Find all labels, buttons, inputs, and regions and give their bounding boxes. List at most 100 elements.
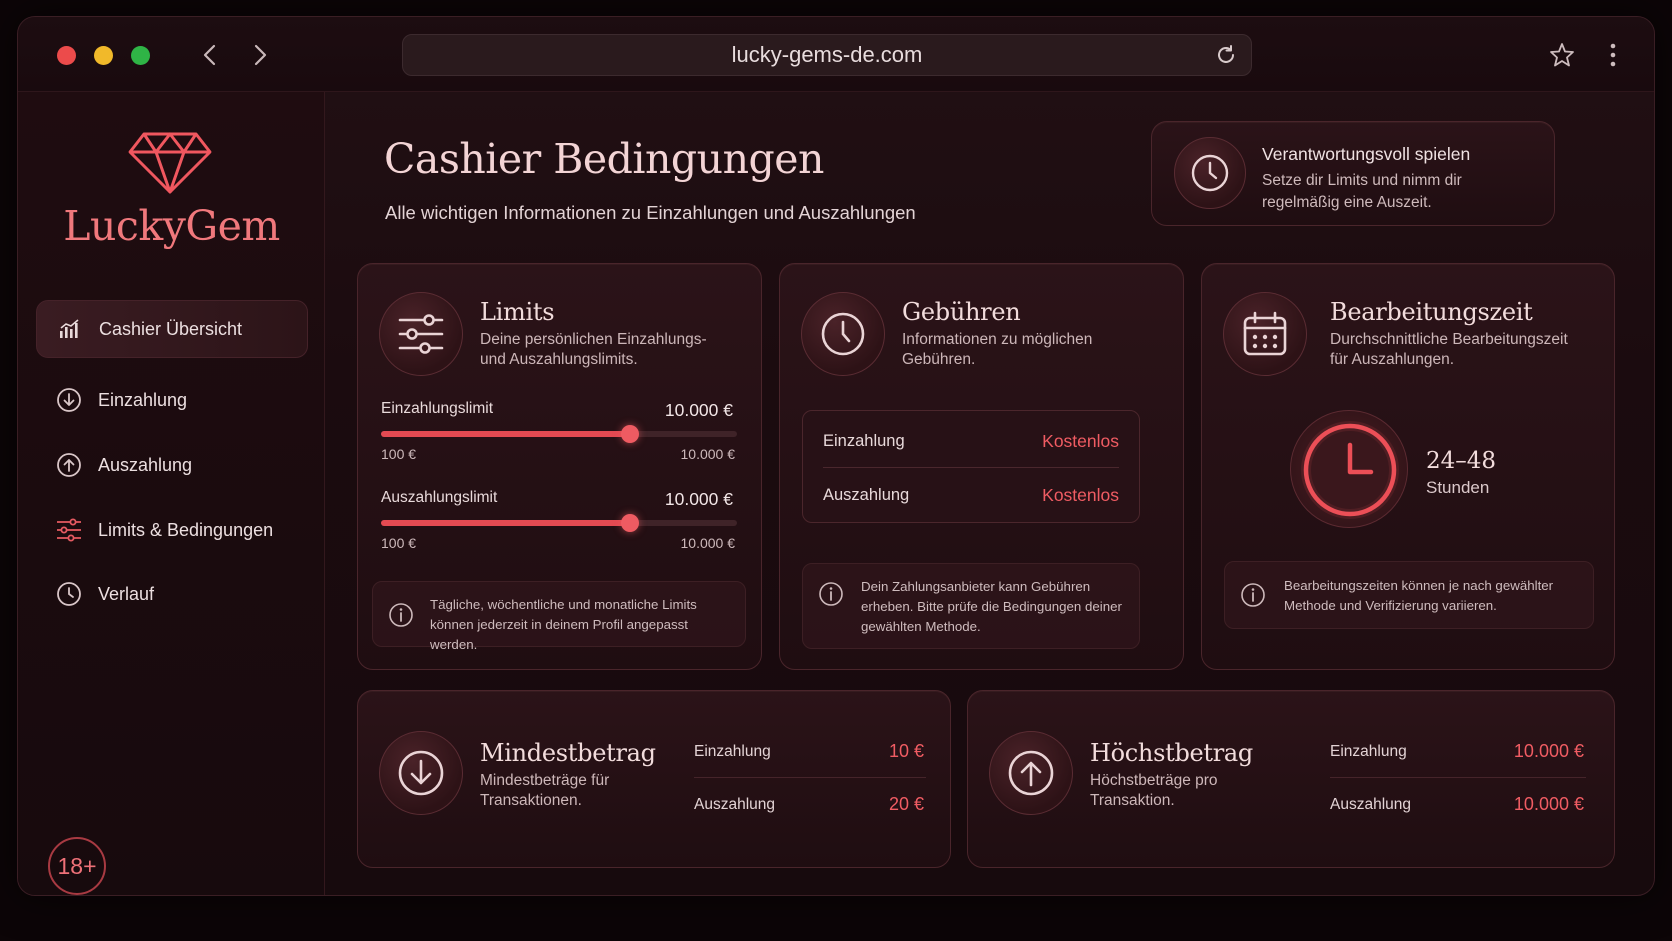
- maximum-title: Höchstbetrag: [1090, 739, 1253, 767]
- clock-icon: [821, 312, 865, 356]
- processing-desc: Durchschnittliche Bearbeitungszeit für A…: [1330, 331, 1568, 368]
- deposit-slider-handle[interactable]: [621, 425, 640, 443]
- reload-icon: [1218, 45, 1234, 63]
- sidebar: LuckyGem Cashier Übersicht Einzahlung Au…: [18, 92, 325, 895]
- sidebar-item-label: Einzahlung: [98, 389, 188, 410]
- maximum-desc: Höchstbeträge pro Transaktion.: [1090, 772, 1218, 809]
- withdraw-limit-max: 10.000 €: [680, 535, 736, 551]
- back-button[interactable]: [196, 41, 224, 69]
- responsible-gaming-card[interactable]: Verantwortungsvoll spielen Setze dir Lim…: [1151, 121, 1555, 226]
- url-text: lucky-gems-de.com: [731, 42, 923, 67]
- forward-button[interactable]: [246, 41, 274, 69]
- deposit-limit-slider[interactable]: [381, 425, 737, 443]
- fees-table: Einzahlung Kostenlos Auszahlung Kostenlo…: [802, 410, 1140, 523]
- browser-window: lucky-gems-de.com LuckyGem Cashier Übers…: [17, 16, 1655, 896]
- sidebar-item-deposit[interactable]: Einzahlung: [36, 371, 308, 429]
- reload-button[interactable]: [1215, 44, 1237, 72]
- fee-row-withdraw: Auszahlung Kostenlos: [823, 469, 1119, 521]
- minimum-withdraw-label: Auszahlung: [694, 796, 776, 813]
- minimum-title: Mindestbetrag: [480, 739, 656, 767]
- withdraw-limit-slider[interactable]: [381, 514, 737, 532]
- sliders-icon: [56, 517, 82, 543]
- withdraw-limit-label: Auszahlungslimit: [381, 489, 498, 506]
- page-subtitle: Alle wichtigen Informationen zu Einzahlu…: [385, 202, 916, 223]
- sidebar-item-label: Cashier Übersicht: [99, 318, 243, 339]
- fees-title: Gebühren: [902, 298, 1021, 326]
- processing-clock: [1290, 410, 1408, 528]
- close-window-button[interactable]: [57, 46, 76, 65]
- maximum-deposit-label: Einzahlung: [1330, 743, 1407, 760]
- limits-desc: Deine persönlichen Einzahlungs- und Ausz…: [480, 331, 707, 368]
- age-restriction-badge: 18+: [48, 837, 106, 895]
- processing-info-note: Bearbeitungszeiten können je nach gewähl…: [1224, 561, 1594, 629]
- bookmark-button[interactable]: [1548, 41, 1576, 74]
- large-clock-icon: [1301, 421, 1399, 519]
- bar-chart-icon: [57, 316, 83, 342]
- minimum-deposit-value: 10 €: [888, 741, 924, 761]
- star-icon: [1550, 43, 1574, 67]
- info-icon: [389, 603, 413, 627]
- clock-icon: [1191, 154, 1229, 192]
- withdraw-slider-fill: [381, 520, 631, 526]
- processing-time-value: 24–48: [1426, 448, 1497, 474]
- minimum-deposit-label: Einzahlung: [694, 743, 771, 760]
- processing-time-unit: Stunden: [1426, 478, 1490, 497]
- page-title: Cashier Bedingungen: [384, 135, 824, 183]
- limits-icon-circle: [379, 292, 463, 376]
- fees-note-text: Dein Zahlungsanbieter kann Gebühren erhe…: [861, 579, 1122, 634]
- arrow-up-circle-icon: [1008, 750, 1054, 796]
- sidebar-item-withdraw[interactable]: Auszahlung: [36, 436, 308, 494]
- browser-menu-button[interactable]: [1608, 41, 1618, 74]
- responsible-desc: Setze dir Limits und nimm dir regelmäßig…: [1262, 172, 1462, 211]
- maximize-window-button[interactable]: [131, 46, 150, 65]
- clock-icon: [56, 581, 82, 607]
- browser-toolbar: lucky-gems-de.com: [18, 17, 1654, 92]
- sidebar-item-history[interactable]: Verlauf: [36, 565, 308, 623]
- fee-row-deposit: Einzahlung Kostenlos: [823, 415, 1119, 467]
- processing-note-text: Bearbeitungszeiten können je nach gewähl…: [1284, 578, 1554, 613]
- chevron-left-icon: [203, 44, 216, 66]
- minimum-withdraw-value: 20 €: [888, 794, 924, 814]
- responsible-clock-icon-circle: [1174, 137, 1246, 209]
- minimize-window-button[interactable]: [94, 46, 113, 65]
- sidebar-item-label: Auszahlung: [98, 454, 193, 475]
- maximum-withdraw-label: Auszahlung: [1330, 796, 1412, 813]
- fee-label: Auszahlung: [823, 485, 910, 504]
- info-icon: [1241, 583, 1265, 607]
- sidebar-item-cashier-overview[interactable]: Cashier Übersicht: [36, 300, 308, 358]
- maximum-withdraw-value: 10.000 €: [1513, 794, 1584, 814]
- deposit-slider-fill: [381, 431, 631, 437]
- fee-label: Einzahlung: [823, 431, 905, 450]
- limits-card: Limits Deine persönlichen Einzahlungs- u…: [357, 263, 762, 670]
- processing-icon-circle: [1223, 292, 1307, 376]
- arrow-up-circle-icon: [56, 452, 82, 478]
- withdraw-limit-min: 100 €: [381, 535, 417, 551]
- fees-card: Gebühren Informationen zu möglichen Gebü…: [779, 263, 1184, 670]
- calendar-icon: [1243, 311, 1287, 356]
- minimum-desc: Mindestbeträge für Transaktionen.: [480, 772, 610, 809]
- limits-note-text: Tägliche, wöchentliche und monatliche Li…: [430, 597, 697, 652]
- sliders-icon: [398, 314, 444, 354]
- sidebar-item-limits[interactable]: Limits & Bedingungen: [36, 501, 308, 559]
- deposit-limit-value: 10.000 €: [664, 400, 733, 420]
- fees-desc: Informationen zu möglichen Gebühren.: [902, 331, 1093, 368]
- processing-time-card: Bearbeitungszeit Durchschnittliche Bearb…: [1201, 263, 1615, 670]
- fee-value: Kostenlos: [1042, 484, 1119, 505]
- deposit-limit-label: Einzahlungslimit: [381, 400, 493, 417]
- deposit-limit-max: 10.000 €: [680, 446, 736, 462]
- more-vertical-icon: [1610, 43, 1616, 67]
- fees-icon-circle: [801, 292, 885, 376]
- maximum-amount-card: Höchstbetrag Höchstbeträge pro Transakti…: [967, 690, 1615, 868]
- limits-title: Limits: [480, 298, 555, 326]
- fee-divider: [823, 467, 1119, 468]
- withdraw-limit-value: 10.000 €: [664, 489, 733, 509]
- withdraw-slider-handle[interactable]: [621, 514, 640, 532]
- maximum-icon-circle: [989, 731, 1073, 815]
- maximum-divider: [1330, 777, 1586, 778]
- info-icon: [819, 582, 843, 606]
- limits-info-note: Tägliche, wöchentliche und monatliche Li…: [372, 581, 746, 652]
- sidebar-item-label: Limits & Bedingungen: [98, 519, 274, 540]
- fees-info-note: Dein Zahlungsanbieter kann Gebühren erhe…: [802, 563, 1140, 649]
- address-bar[interactable]: lucky-gems-de.com: [402, 34, 1252, 76]
- fee-value: Kostenlos: [1042, 430, 1119, 451]
